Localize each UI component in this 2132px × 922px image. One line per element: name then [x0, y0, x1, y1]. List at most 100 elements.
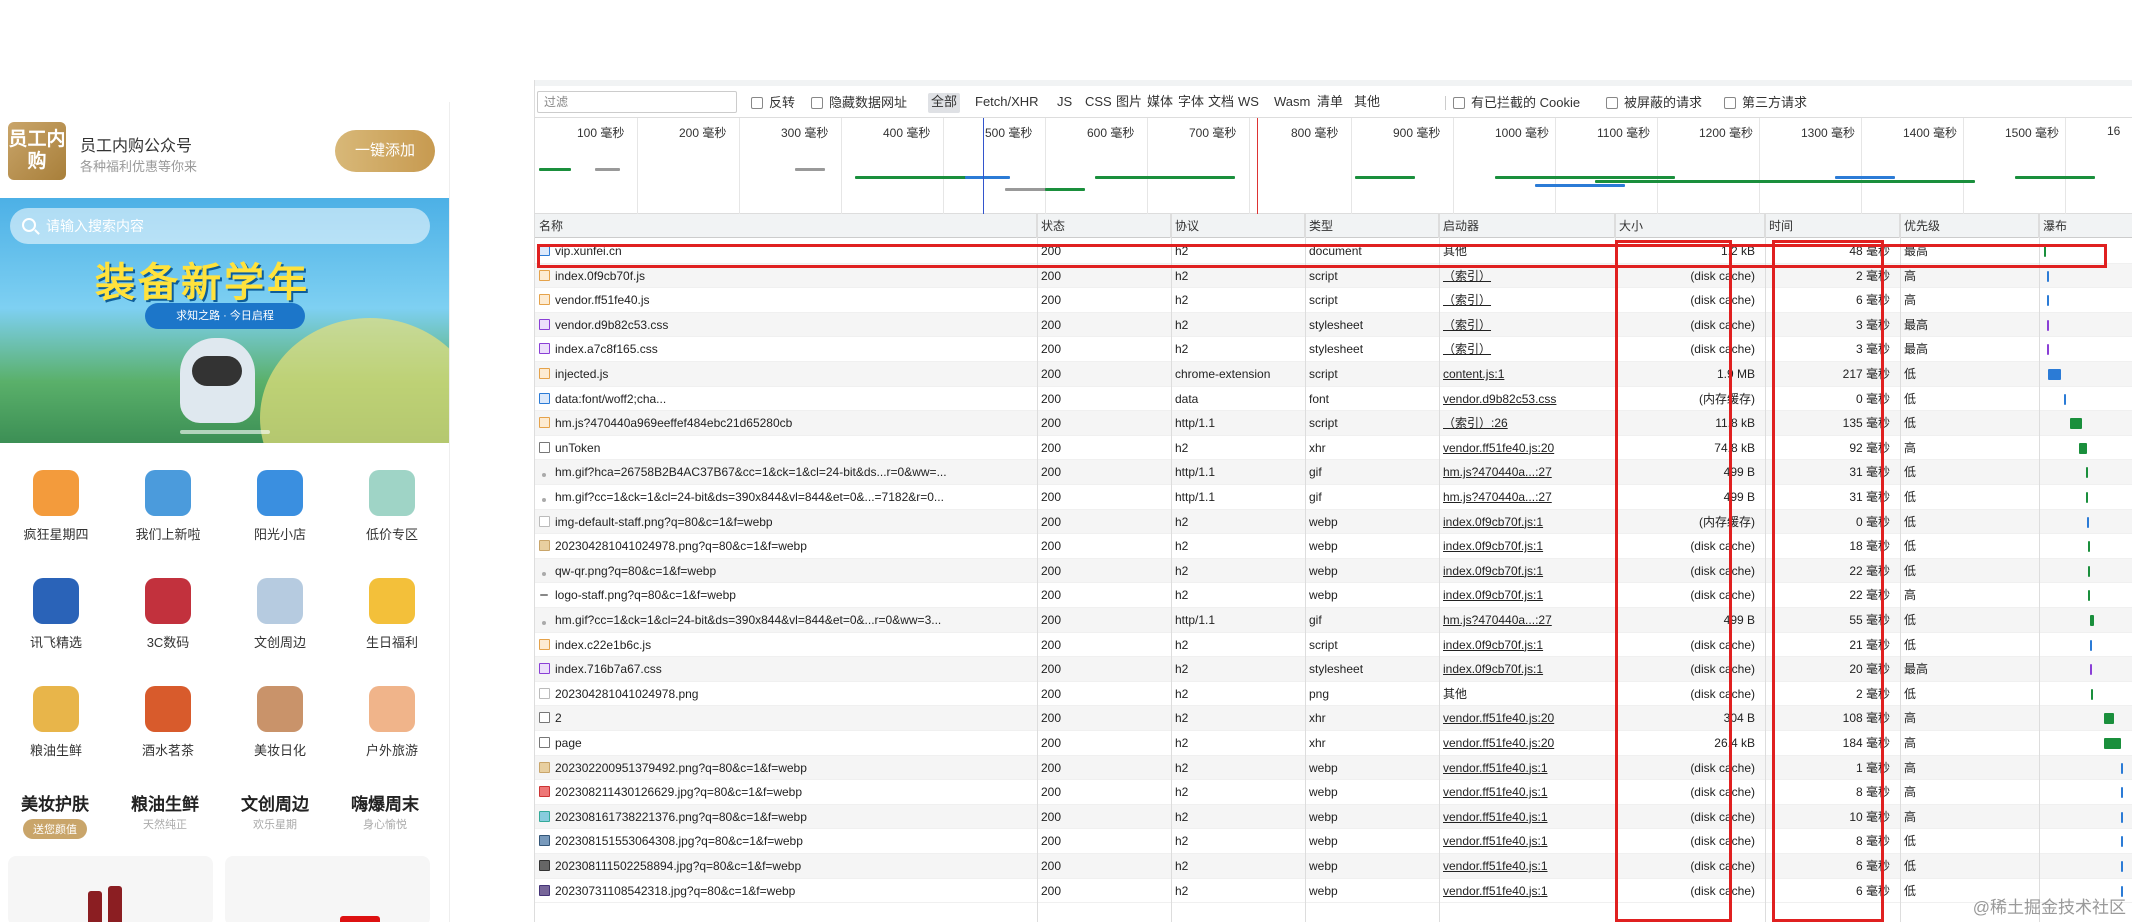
cell-initiator[interactable]: index.0f9cb70f.js:1: [1439, 583, 1615, 607]
table-row[interactable]: hm.js?470440a969eeffef484ebc21d65280cb 20…: [535, 411, 2132, 436]
cell-initiator[interactable]: index.0f9cb70f.js:1: [1439, 510, 1615, 534]
cell-initiator[interactable]: vendor.ff51fe40.js:1: [1439, 879, 1615, 903]
table-row[interactable]: 2 200 h2 xhr vendor.ff51fe40.js:20 304 B 108 毫…: [535, 706, 2132, 731]
table-row[interactable]: 20230428104102497​8.png 200 h2 png 其他 (disk c…: [535, 682, 2132, 707]
category-item[interactable]: 我们上新啦: [112, 460, 224, 565]
type-filter-2[interactable]: JS: [1054, 93, 1075, 113]
cell-initiator[interactable]: vendor.ff51fe40.js:20: [1439, 436, 1615, 460]
third-party-checkbox[interactable]: 第三方请求: [1724, 94, 1807, 114]
cell-initiator[interactable]: vendor.ff51fe40.js:20: [1439, 706, 1615, 730]
column-header-time[interactable]: 时间: [1765, 214, 1900, 238]
table-row[interactable]: data:font/woff2;cha... 200 data font vendor.…: [535, 387, 2132, 412]
cell-initiator[interactable]: hm.js?470440a...:27: [1439, 460, 1615, 484]
table-row[interactable]: 20230821143012​6629.jpg?q=80&c=1&f=webp 2…: [535, 780, 2132, 805]
cell-initiator[interactable]: index.0f9cb70f.js:1: [1439, 534, 1615, 558]
category-item[interactable]: 疯狂星期四: [0, 460, 112, 565]
table-row[interactable]: hm.gif?cc=1&ck=1&cl=24-bit&ds=390x844&vl…: [535, 608, 2132, 633]
product-card-lipstick[interactable]: [8, 856, 213, 922]
timeline-overview[interactable]: 100 毫秒 200 毫秒 300 毫秒 400 毫秒 500 毫秒 600 毫秒 700 …: [535, 118, 2132, 214]
type-filter-1[interactable]: Fetch/XHR: [972, 93, 1042, 113]
table-row[interactable]: 20230428104102497​8.png?q=80&c=1&f=webp 2…: [535, 534, 2132, 559]
category-item[interactable]: 讯飞精选: [0, 568, 112, 673]
hide-data-urls-checkbox[interactable]: 隐藏数据网址: [811, 94, 907, 114]
table-row[interactable]: qw-qr.png?q=80&c=1&f=webp 200 h2 webp index.…: [535, 558, 2132, 584]
type-filter-5[interactable]: 媒体: [1144, 93, 1176, 113]
type-filter-4[interactable]: 图片: [1113, 93, 1145, 113]
cell-initiator[interactable]: vendor.d9b82c53.css: [1439, 387, 1615, 411]
timeline-marker: [1257, 118, 1258, 214]
category-item[interactable]: 3C数码: [112, 568, 224, 673]
table-row[interactable]: hm.gif?cc=1&ck=1&cl=24-bit&ds=390x844&vl…: [535, 485, 2132, 510]
cell-initiator[interactable]: （索引）: [1439, 337, 1615, 361]
cell-initiator[interactable]: vendor.ff51fe40.js:1: [1439, 829, 1615, 853]
cell-initiator[interactable]: （索引）: [1439, 313, 1615, 337]
table-row[interactable]: logo-staff.png?q=80&c=1&f=webp 200 h2 webp i…: [535, 583, 2132, 608]
category-tab[interactable]: 文创周边 欢乐星期: [220, 790, 330, 833]
category-item[interactable]: 酒水茗茶: [112, 676, 224, 781]
category-tab[interactable]: 粮油生鲜 天然纯正: [110, 790, 220, 833]
category-item[interactable]: 户外旅游: [336, 676, 448, 781]
table-row[interactable]: index.a7c8f165.css 200 h2 stylesheet （索引） (di…: [535, 337, 2132, 362]
cell-initiator[interactable]: index.0f9cb70f.js:1: [1439, 633, 1615, 657]
table-row[interactable]: 20230815155306​4308.jpg?q=80&c=1&f=webp 2…: [535, 829, 2132, 854]
type-filter-0[interactable]: 全部: [928, 93, 961, 113]
table-row[interactable]: vendor.d9b82c53.css 200 h2 stylesheet （索引） (d…: [535, 312, 2132, 338]
cell-initiator[interactable]: vendor.ff51fe40.js:1: [1439, 756, 1615, 780]
column-header-size[interactable]: 大小: [1615, 214, 1765, 238]
table-row[interactable]: index.c22e1b6c.js 200 h2 script index.0f9cb7…: [535, 633, 2132, 658]
category-item[interactable]: 阳光小店: [224, 460, 336, 565]
column-header-type[interactable]: 类型: [1305, 214, 1439, 238]
category-item[interactable]: 文创周边: [224, 568, 336, 673]
category-item[interactable]: 生日福利: [336, 568, 448, 673]
type-filter-7[interactable]: 文档: [1205, 93, 1237, 113]
table-row[interactable]: vendor.ff51fe40.js 200 h2 script （索引） (disk c…: [535, 288, 2132, 313]
cell-initiator[interactable]: hm.js?470440a...:27: [1439, 608, 1615, 632]
category-item[interactable]: 低价专区: [336, 460, 448, 565]
table-row[interactable]: unToken 200 h2 xhr vendor.ff51fe40.js:20 74.8…: [535, 436, 2132, 461]
category-label: 生日福利: [365, 635, 418, 650]
table-row[interactable]: 20230816173822​1376.png?q=80&c=1&f=webp 2…: [535, 804, 2132, 830]
cell-initiator[interactable]: vendor.ff51fe40.js:1: [1439, 780, 1615, 804]
column-header-name[interactable]: 名称: [535, 214, 1037, 238]
type-filter-10[interactable]: 清单: [1314, 93, 1346, 113]
cell-initiator[interactable]: vendor.ff51fe40.js:1: [1439, 854, 1615, 878]
table-row[interactable]: injected.js 200 chrome-extension script cont…: [535, 362, 2132, 387]
category-tab[interactable]: 美妆护肤 送您颜值: [0, 790, 110, 839]
table-row[interactable]: img-default-staff.png?q=80&c=1&f=webp 200…: [535, 509, 2132, 535]
table-row[interactable]: 20230811150225​8894.jpg?q=80&c=1&f=webp 2…: [535, 854, 2132, 879]
column-header-status[interactable]: 状态: [1037, 214, 1171, 238]
column-header-protocol[interactable]: 协议: [1171, 214, 1305, 238]
table-row[interactable]: 20230731108542318.jpg?q=80&c=1&f=webp 200…: [535, 879, 2132, 904]
cell-initiator[interactable]: hm.js?470440a...:27: [1439, 485, 1615, 509]
column-header-priority[interactable]: 优先级: [1900, 214, 2039, 238]
table-row[interactable]: hm.gif?hca=26758B2B4AC37B67&cc=1&ck=1&cl…: [535, 460, 2132, 485]
invert-checkbox[interactable]: 反转: [751, 94, 795, 114]
category-tab[interactable]: 嗨爆周末 身心愉悦: [330, 790, 440, 833]
blocked-requests-checkbox[interactable]: 被屏蔽的请求: [1606, 94, 1702, 114]
table-row[interactable]: page 200 h2 xhr vendor.ff51fe40.js:20 26.4 kB…: [535, 731, 2132, 756]
cell-initiator[interactable]: （索引）: [1439, 288, 1615, 312]
cell-initiator[interactable]: vendor.ff51fe40.js:1: [1439, 805, 1615, 829]
type-filter-9[interactable]: Wasm: [1271, 93, 1313, 113]
category-item[interactable]: 美妆日化: [224, 676, 336, 781]
table-row[interactable]: index.716b7a67.css 200 h2 stylesheet index.0…: [535, 657, 2132, 682]
cell-initiator[interactable]: index.0f9cb70f.js:1: [1439, 559, 1615, 583]
promo-banner[interactable]: 请输入搜索内容 装备新学年 求知之路 · 今日启程: [0, 198, 449, 443]
blocked-cookies-checkbox[interactable]: 有已拦截的 Cookie: [1453, 94, 1580, 114]
category-item[interactable]: 粮油生鲜: [0, 676, 112, 781]
cell-initiator[interactable]: vendor.ff51fe40.js:20: [1439, 731, 1615, 755]
cell-initiator[interactable]: （索引）:26: [1439, 411, 1615, 435]
column-header-initiator[interactable]: 启动器: [1439, 214, 1615, 238]
type-filter-6[interactable]: 字体: [1175, 93, 1207, 113]
type-filter-3[interactable]: CSS: [1082, 93, 1115, 113]
cell-initiator[interactable]: index.0f9cb70f.js:1: [1439, 657, 1615, 681]
type-filter-8[interactable]: WS: [1235, 93, 1262, 113]
cell-initiator[interactable]: content.js:1: [1439, 362, 1615, 386]
type-filter-11[interactable]: 其他: [1351, 93, 1383, 113]
filter-input[interactable]: 过滤: [537, 91, 737, 113]
table-row[interactable]: 20230220095137​9492.png?q=80&c=1&f=webp 2…: [535, 755, 2132, 781]
one-click-add-button[interactable]: 一键添加: [335, 130, 435, 172]
column-header-wf[interactable]: 瀑布: [2039, 214, 2132, 238]
search-input[interactable]: 请输入搜索内容: [10, 208, 430, 244]
product-card[interactable]: [225, 856, 430, 922]
